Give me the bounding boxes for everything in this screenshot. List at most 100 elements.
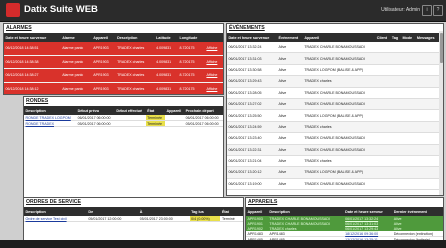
rondes-cell[interactable]: RONDE TRADEX [24,120,77,127]
appareils-header-row: Appareil Description Date et heure serveur… [246,207,443,216]
evenements-cell [415,75,439,88]
evenements-cell [400,166,416,179]
ordres-cell[interactable]: Ordre de service Test civil [24,216,87,222]
alarmes-col-header[interactable] [204,33,223,42]
evenements-col-header[interactable]: Tag [390,33,401,42]
rondes-col-header[interactable]: Description [24,106,77,115]
rondes-col-header[interactable]: Début prévu [76,106,115,115]
ordres-col-header[interactable]: État [220,207,243,216]
evenements-row[interactable]: 06/01/2017 13:20:12 Alive TRADEX LOGPOM (B… [227,166,439,179]
affiche-link[interactable]: Affiche [204,82,223,94]
appareils-col-header[interactable]: Appareil [246,207,268,216]
help-button[interactable]: ? [433,5,443,16]
alarmes-cell: APR1903 [91,68,116,83]
rondes-title: RONDES [26,98,49,104]
evenements-row[interactable]: 06/01/2017 13:31:03 Alive TRADEX CHARLE BO… [227,52,439,65]
evenements-cell [415,87,439,99]
rondes-col-header[interactable]: Début effectué [114,106,146,115]
alarmes-cell: TRADEX charles [115,42,155,56]
evenements-row[interactable]: 06/01/2017 13:25:50 Alive TRADEX LOGPOM (B… [227,109,439,122]
alarmes-col-header[interactable]: Alarme [60,33,92,42]
appareils-col-header[interactable]: Description [267,207,344,216]
evenements-col-header[interactable]: Date et heure survenue [227,33,277,42]
evenements-cell: Alive [276,109,303,122]
alarmes-row[interactable]: 06/12/2018 14:38:27 Alarme panic APR1903 TR… [4,68,223,83]
rondes-col-header[interactable]: Appareil [164,106,185,115]
alarmes-cell: 06/12/2018 14:38:27 [4,68,61,83]
evenements-cell [415,42,439,54]
alarmes-col-header[interactable]: Latitude [154,33,178,42]
ordres-col-header[interactable]: De [86,207,139,216]
ordres-col-header[interactable]: Description [24,207,87,216]
rondes-col-header[interactable]: Prochain départ [184,106,223,115]
affiche-link[interactable]: Affiche [204,55,223,69]
appareils-col-header[interactable]: Dernier événement [392,207,443,216]
ordres-row[interactable]: Ordre de service Test civil 05/01/2017 12… [24,216,243,222]
evenements-cell: TRADEX CHARLE BONAMOUSSADI [302,144,376,156]
evenements-row[interactable]: 06/01/2017 13:24:59 Alive TRADEX charles [227,121,439,134]
rondes-header-row: Description Début prévu Début effectué État… [24,106,223,115]
alarmes-col-header[interactable]: Longitude [177,33,205,42]
alarmes-col-header[interactable]: Appareil [91,33,116,42]
ordres-panel: ORDRES DE SERVICE Description De À Tag lus É… [23,197,244,242]
scroll-thumb[interactable] [439,33,443,63]
evenements-row[interactable]: 06/01/2017 13:30:58 Alive TRADEX LOGPOM (B… [227,64,439,77]
evenements-cell [415,64,439,77]
evenements-cell: Alive [276,155,303,168]
evenements-cell [390,132,401,145]
alarmes-cell: TRADEX charles [115,82,155,94]
evenements-row[interactable]: 06/01/2017 13:27:02 Alive TRADEX CHARLE BO… [227,98,439,111]
ordres-col-header[interactable]: Tag lus [189,207,221,216]
evenements-cell: TRADEX charles [302,75,376,88]
rondes-col-header[interactable]: État [145,106,165,115]
evenements-cell [415,155,439,168]
evenements-row[interactable]: 06/01/2017 13:29:43 Alive TRADEX charles [227,75,439,88]
rondes-row[interactable]: RONDE TRADEX 05/01/2017 06:00:00 Terminée 0… [24,120,223,127]
evenements-cell [375,155,391,168]
evenements-cell [400,144,416,156]
evenements-scrollbar[interactable] [439,31,443,195]
evenements-col-header[interactable]: Client [375,33,391,42]
rondes-cell [114,120,146,127]
rondes-cell[interactable]: RONDE TRADEX LOGPOM [24,115,77,121]
evenements-cell [375,178,391,191]
alarmes-cell: 4.009831 [154,68,178,83]
evenements-col-header[interactable]: Événement [276,33,303,42]
affiche-link[interactable]: Affiche [204,42,223,56]
alarmes-table: Date et heure survenue Alarme Appareil Desc… [4,33,223,94]
appareils-col-header[interactable]: Date et heure serveur [343,207,393,216]
info-button[interactable]: i [422,5,432,16]
alarmes-cell: 06/12/2018 14:38:51 [4,42,61,56]
evenements-cell: Alive [276,64,303,77]
evenements-cell: 06/01/2017 13:30:58 [227,64,277,77]
evenements-row[interactable]: 06/01/2017 13:28:05 Alive TRADEX CHARLE BO… [227,87,439,99]
evenements-cell [400,87,416,99]
user-label[interactable]: Utilisateur: Admin [381,7,420,13]
evenements-row[interactable]: 06/01/2017 13:22:31 Alive TRADEX CHARLE BO… [227,144,439,156]
alarmes-header-row: Date et heure survenue Alarme Appareil Desc… [4,33,223,42]
evenements-cell [390,75,401,88]
evenements-cell: TRADEX charles [302,155,376,168]
evenements-cell [375,166,391,179]
evenements-cell [375,75,391,88]
evenements-cell [375,52,391,65]
ordres-col-header[interactable]: À [138,207,190,216]
evenements-row[interactable]: 06/01/2017 13:21:04 Alive TRADEX charles [227,155,439,168]
alarmes-row[interactable]: 06/12/2018 14:38:12 Alarme panic APR1903 TR… [4,82,223,94]
evenements-row[interactable]: 06/01/2017 13:19:00 Alive TRADEX CHARLE BO… [227,178,439,191]
evenements-col-header[interactable]: Mode [400,33,416,42]
evenements-col-header[interactable]: Messages [415,33,439,42]
ordres-cell: 05/01/2017 23:00:00 [138,216,190,222]
evenements-row[interactable]: 06/01/2017 13:23:40 Alive TRADEX CHARLE BO… [227,132,439,145]
affiche-link[interactable]: Affiche [204,68,223,83]
alarmes-col-header[interactable]: Description [115,33,155,42]
alarmes-cell: 8.720175 [177,55,205,69]
alarmes-row[interactable]: 06/12/2018 14:38:51 Alarme panic APR1903 TR… [4,42,223,56]
evenements-cell [400,75,416,88]
ordres-title: ORDRES DE SERVICE [26,199,81,205]
evenements-cell: 06/01/2017 13:31:03 [227,52,277,65]
alarmes-col-header[interactable]: Date et heure survenue [4,33,61,42]
evenements-row[interactable]: 06/01/2017 13:32:24 Alive TRADEX CHARLE BO… [227,42,439,54]
alarmes-row[interactable]: 06/12/2018 14:38:38 Alarme panic APR1903 TR… [4,55,223,69]
evenements-col-header[interactable]: Appareil [302,33,376,42]
